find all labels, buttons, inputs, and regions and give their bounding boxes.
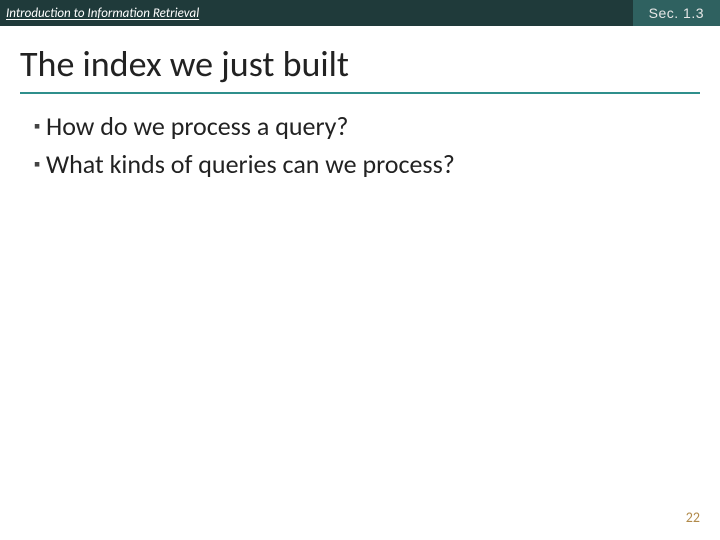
header-bar: Introduction to Information Retrieval Se… xyxy=(0,0,720,26)
list-item: ▪ How do we process a query? xyxy=(28,110,692,142)
bullet-text: What kinds of queries can we process? xyxy=(46,148,455,180)
body-area: ▪ How do we process a query? ▪ What kind… xyxy=(28,110,692,186)
slide: Introduction to Information Retrieval Se… xyxy=(0,0,720,540)
bullet-text: How do we process a query? xyxy=(46,110,348,142)
slide-title: The index we just built xyxy=(20,42,700,86)
list-item: ▪ What kinds of queries can we process? xyxy=(28,148,692,180)
title-rule xyxy=(20,92,700,94)
header-left-text: Introduction to Information Retrieval xyxy=(0,6,199,21)
bullet-icon: ▪ xyxy=(28,110,46,142)
header-right-box: Sec. 1.3 xyxy=(633,0,720,26)
bullet-icon: ▪ xyxy=(28,148,46,180)
title-area: The index we just built xyxy=(20,42,700,94)
section-label: Sec. 1.3 xyxy=(649,5,704,21)
page-number: 22 xyxy=(686,509,700,526)
